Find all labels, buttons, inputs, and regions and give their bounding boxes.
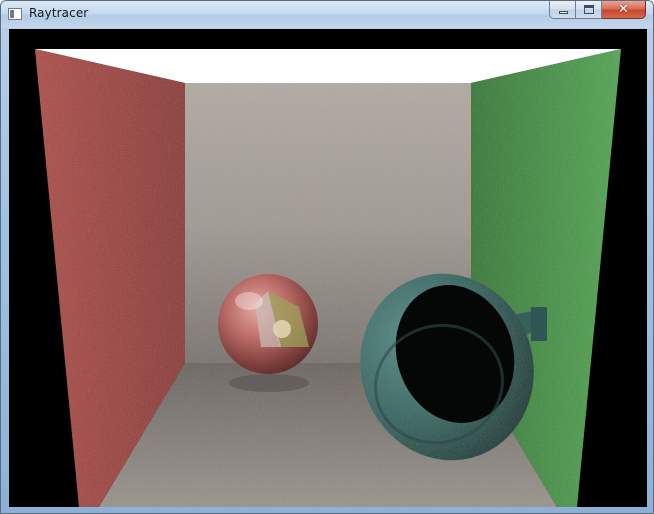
window-controls: ✕ [549,1,646,20]
maximize-icon [584,5,594,14]
maximize-button[interactable] [576,1,602,19]
render-canvas[interactable] [9,29,647,507]
app-window: Raytracer ✕ [0,0,654,514]
window-title: Raytracer [29,6,89,20]
minimize-icon [559,11,568,14]
window-app-icon[interactable] [8,8,22,20]
close-icon: ✕ [618,2,629,17]
title-bar[interactable]: Raytracer ✕ [1,1,653,28]
close-button[interactable]: ✕ [602,1,646,19]
minimize-button[interactable] [549,1,576,19]
raytraced-scene [9,29,647,507]
